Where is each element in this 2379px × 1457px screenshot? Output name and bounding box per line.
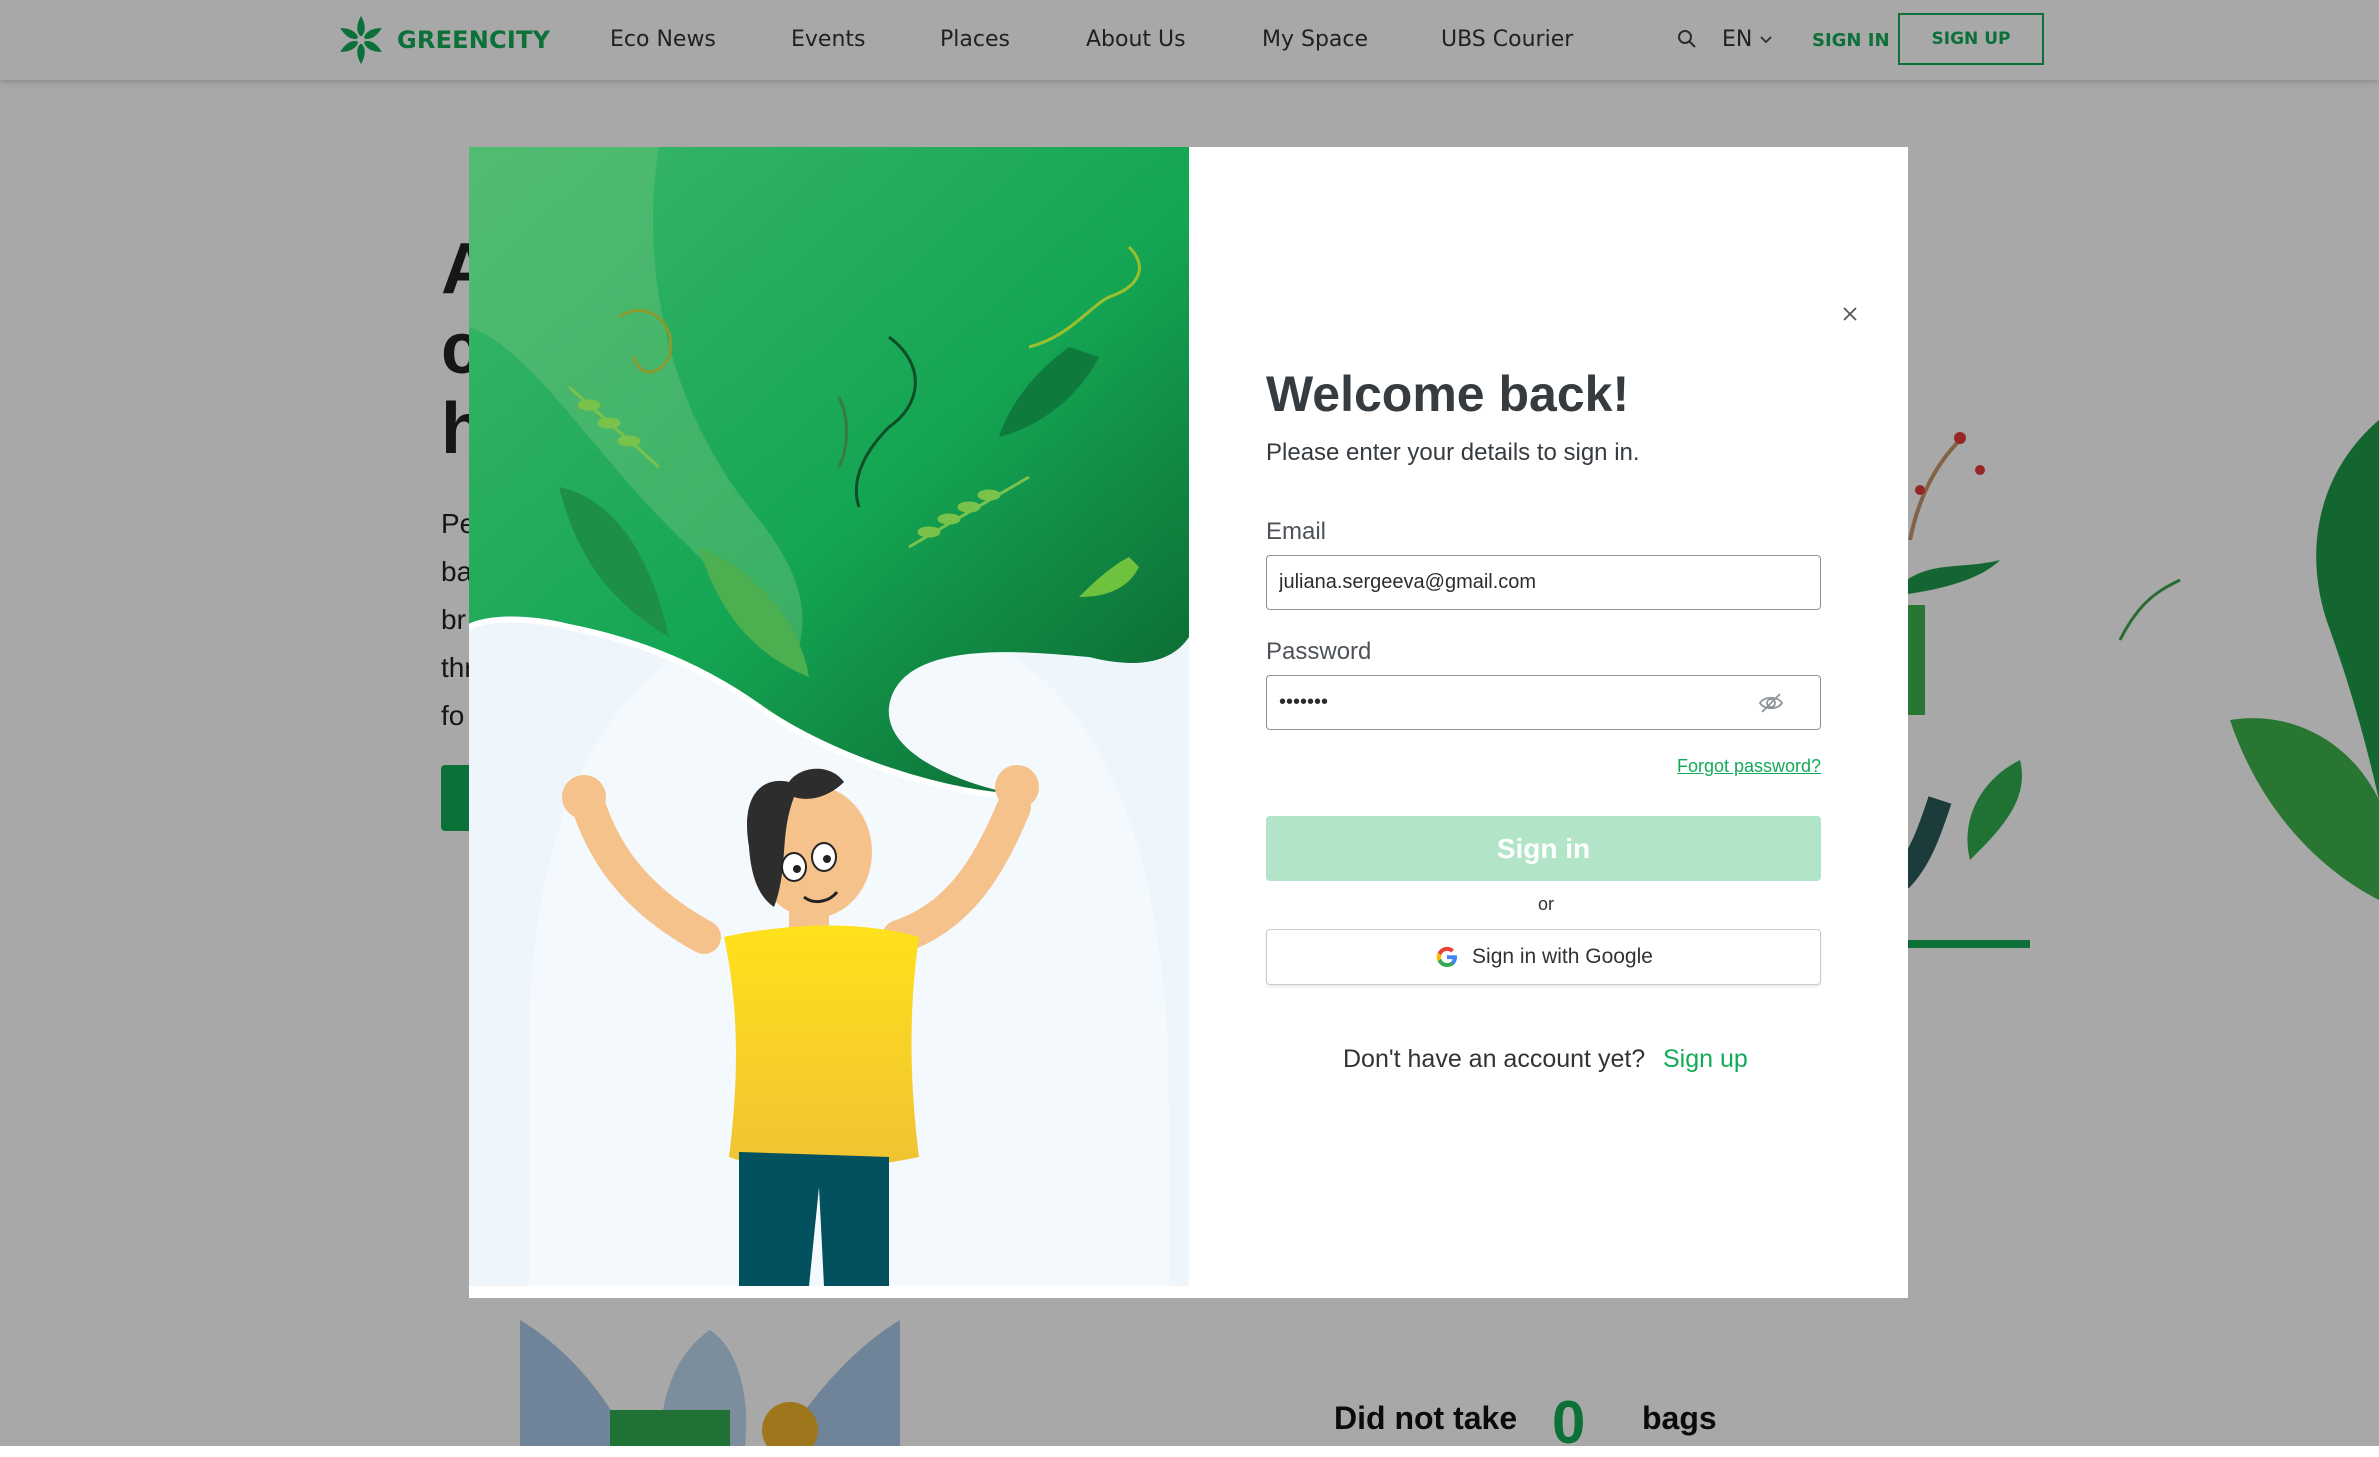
- password-field-wrapper: [1266, 675, 1821, 730]
- google-button-label: Sign in with Google: [1472, 945, 1653, 968]
- sign-in-modal: Welcome back! Please enter your details …: [469, 147, 1908, 1298]
- eye-off-icon: [1758, 693, 1784, 713]
- password-label: Password: [1266, 638, 1372, 665]
- close-button[interactable]: [1833, 297, 1867, 331]
- modal-illustration: [469, 147, 1189, 1286]
- password-visibility-toggle[interactable]: [1758, 692, 1784, 719]
- person-with-leaves-illustration: [469, 147, 1189, 1286]
- email-field[interactable]: [1267, 556, 1820, 609]
- google-sign-in-button[interactable]: Sign in with Google: [1266, 929, 1821, 985]
- close-icon: [1843, 307, 1857, 321]
- modal-title: Welcome back!: [1266, 366, 1630, 422]
- sign-in-button[interactable]: Sign in: [1266, 816, 1821, 881]
- modal-subtitle: Please enter your details to sign in.: [1266, 439, 1640, 466]
- email-field-wrapper: [1266, 555, 1821, 610]
- password-field[interactable]: [1267, 676, 1820, 729]
- forgot-password-link[interactable]: Forgot password?: [1677, 756, 1821, 777]
- sign-up-link[interactable]: Sign up: [1663, 1045, 1748, 1074]
- no-account-text: Don't have an account yet?: [1343, 1045, 1646, 1073]
- or-divider: or: [1537, 894, 1554, 914]
- google-icon: [1436, 946, 1458, 967]
- email-label: Email: [1266, 518, 1327, 545]
